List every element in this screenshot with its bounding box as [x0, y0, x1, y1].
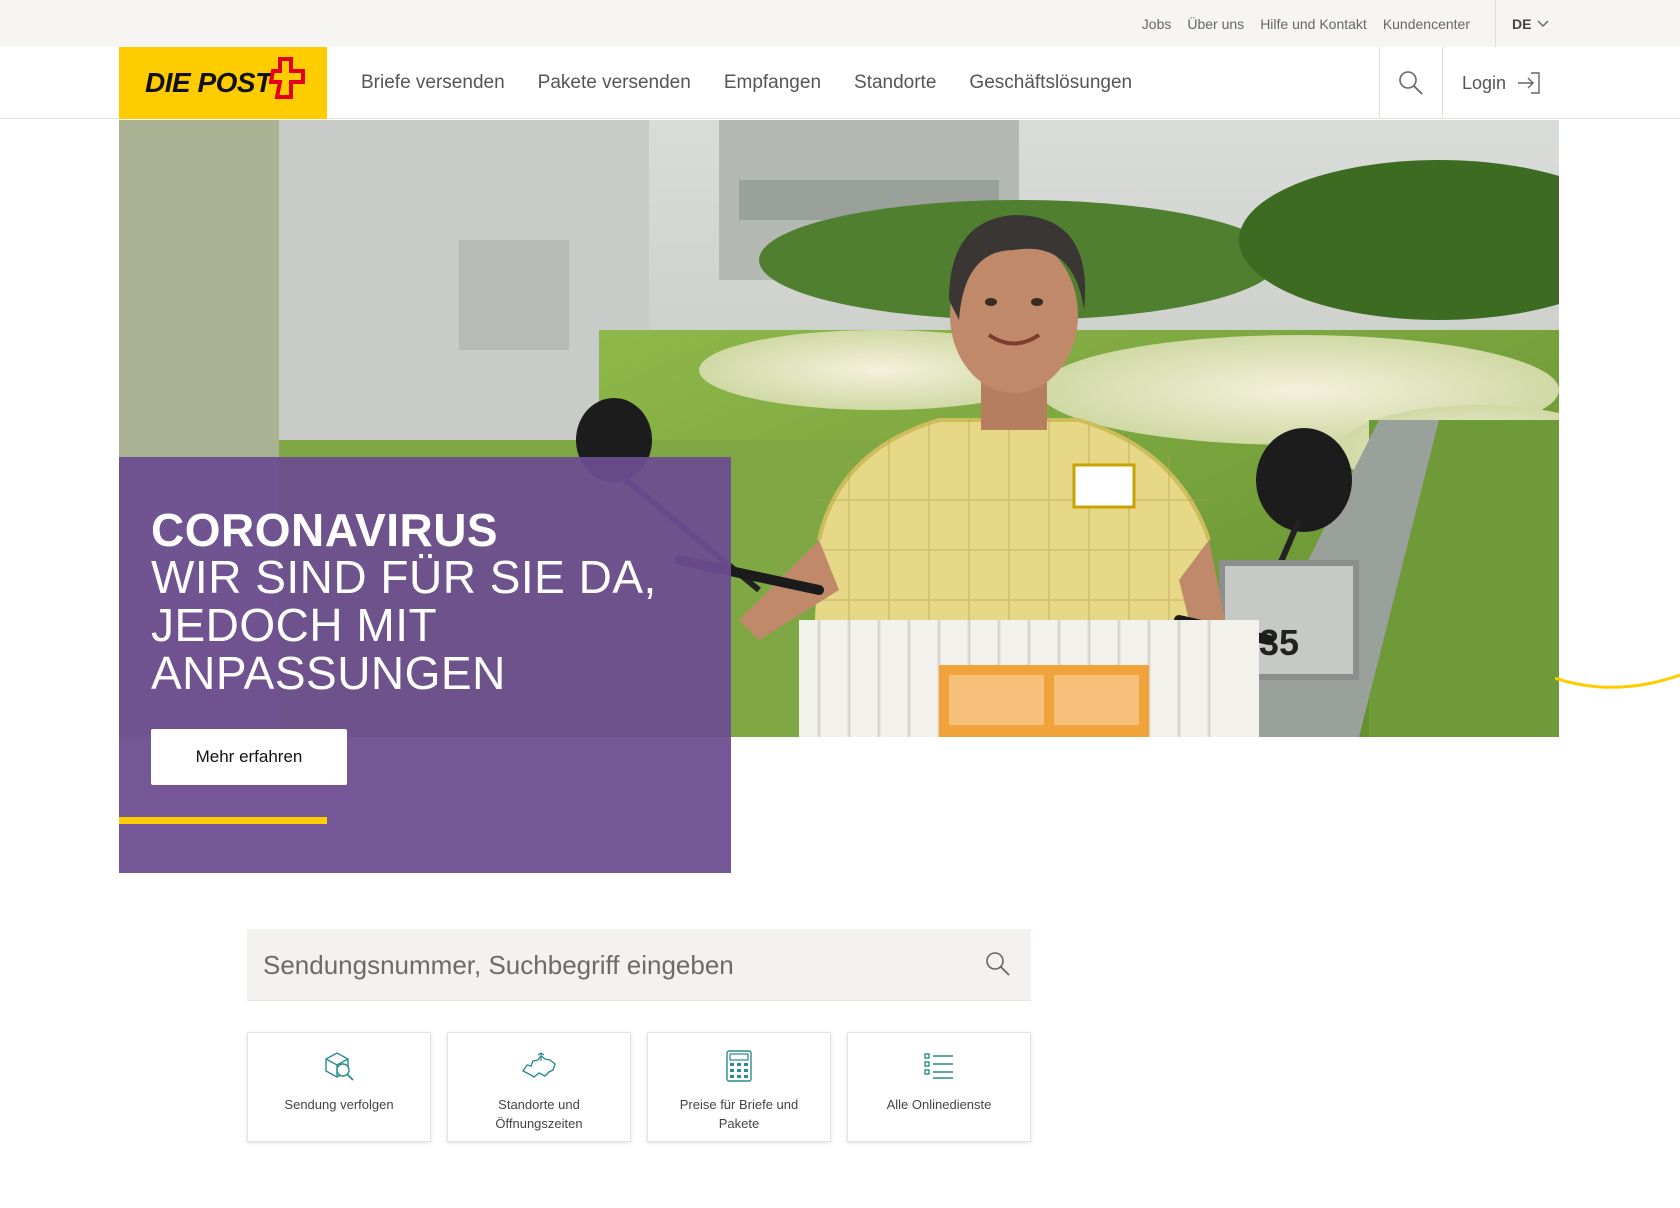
nav-item-send-letters[interactable]: Briefe versenden — [361, 72, 505, 94]
accent-bar — [119, 817, 327, 824]
nav-item-send-parcels[interactable]: Pakete versenden — [538, 72, 691, 94]
tile-prices-letters-parcels[interactable]: Preise für Briefe und Pakete — [647, 1032, 831, 1142]
utility-nav: Jobs Über uns Hilfe und Kontakt Kundence… — [1142, 0, 1470, 47]
login-arrow-icon — [1518, 72, 1540, 94]
hero-promo-box: CORONAVIRUS WIR SIND FÜR SIE DA, JEDOCH … — [119, 457, 731, 873]
utility-bar: Jobs Über uns Hilfe und Kontakt Kundence… — [0, 0, 1680, 47]
logo-text: DIE POST — [145, 67, 272, 98]
decorative-wave — [1555, 673, 1680, 689]
divider — [1495, 0, 1496, 47]
tile-label: Standorte und Öffnungszeiten — [495, 1097, 583, 1131]
quick-access-tiles: Sendung verfolgen Standorte und Öffnungs… — [247, 1032, 1031, 1142]
search-icon[interactable] — [985, 951, 1011, 977]
tile-all-online-services[interactable]: Alle Onlinedienste — [847, 1032, 1031, 1142]
main-nav: Briefe versenden Pakete versenden Empfan… — [361, 47, 1132, 119]
hero-title: CORONAVIRUS — [151, 504, 499, 556]
divider — [1442, 47, 1443, 119]
swiss-cross-icon — [269, 57, 305, 99]
tile-label: Preise für Briefe und Pakete — [679, 1097, 799, 1131]
tile-locations-opening-hours[interactable]: Standorte und Öffnungszeiten — [447, 1032, 631, 1142]
login-label: Login — [1462, 72, 1507, 93]
logo[interactable]: DIE POST — [119, 47, 327, 119]
utility-link-jobs[interactable]: Jobs — [1142, 16, 1172, 32]
list-icon — [924, 1053, 953, 1079]
switzerland-map-icon — [521, 1052, 556, 1078]
nav-item-business-solutions[interactable]: Geschäftslösungen — [969, 72, 1132, 94]
tile-track-shipment[interactable]: Sendung verfolgen — [247, 1032, 431, 1142]
tile-label: Alle Onlinedienste — [886, 1097, 992, 1112]
utility-link-about[interactable]: Über uns — [1187, 16, 1244, 32]
tile-label: Sendung verfolgen — [284, 1097, 394, 1112]
header-search-button[interactable] — [1380, 47, 1442, 119]
parcel-search-icon — [325, 1052, 354, 1081]
language-selector[interactable]: DE — [1512, 0, 1549, 47]
search-icon — [1399, 71, 1423, 95]
search-input[interactable] — [263, 929, 953, 1001]
utility-link-help-contact[interactable]: Hilfe und Kontakt — [1260, 16, 1367, 32]
nav-item-locations[interactable]: Standorte — [854, 72, 936, 94]
learn-more-button[interactable]: Mehr erfahren — [151, 729, 347, 785]
utility-link-customer-center[interactable]: Kundencenter — [1383, 16, 1470, 32]
hero-subtitle: WIR SIND FÜR SIE DA, JEDOCH MIT ANPASSUN… — [151, 551, 657, 699]
nav-item-receive[interactable]: Empfangen — [724, 72, 821, 94]
login-button[interactable]: Login — [1462, 47, 1542, 119]
language-label: DE — [1512, 15, 1532, 32]
calculator-icon — [726, 1050, 752, 1082]
tracking-search — [247, 929, 1031, 1001]
chevron-down-icon — [1537, 20, 1549, 27]
